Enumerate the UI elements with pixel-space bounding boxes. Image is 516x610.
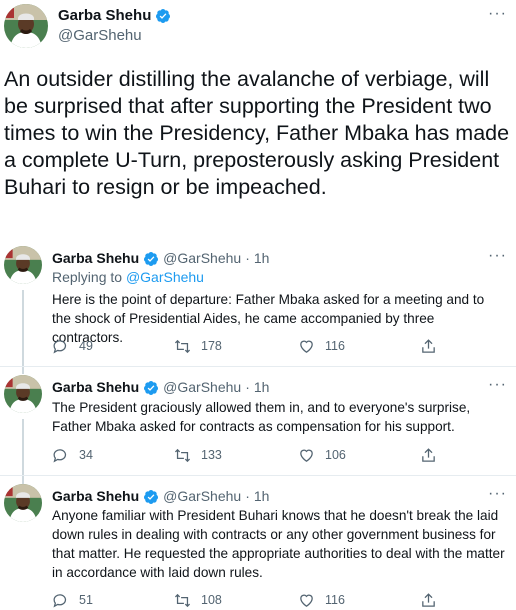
- reply-count: 49: [79, 339, 93, 353]
- heart-icon: [300, 340, 313, 353]
- verified-badge-icon: [143, 380, 159, 396]
- like-count: 106: [325, 448, 346, 462]
- reply-header: Garba Shehu @GarShehu · 1h: [52, 379, 269, 396]
- share-icon: [422, 447, 435, 462]
- retweet-count: 178: [201, 339, 222, 353]
- avatar[interactable]: [4, 246, 42, 284]
- heart-icon: [300, 449, 313, 462]
- heart-icon: [300, 594, 313, 607]
- reply-icon: [53, 448, 67, 462]
- like-count: 116: [325, 593, 345, 607]
- like-button[interactable]: 116: [298, 336, 345, 356]
- share-button[interactable]: [420, 590, 437, 610]
- avatar-image: [4, 4, 48, 48]
- timestamp[interactable]: 1h: [254, 488, 270, 505]
- replying-to-label: Replying to: [52, 269, 123, 285]
- verified-badge-icon: [143, 489, 159, 505]
- reply-header: Garba Shehu @GarShehu · 1h: [52, 488, 269, 505]
- more-options-icon[interactable]: ···: [488, 486, 507, 502]
- more-options-icon[interactable]: ···: [488, 6, 507, 22]
- reply-count: 34: [79, 448, 93, 462]
- replying-to-mention[interactable]: @GarShehu: [126, 269, 204, 285]
- retweet-icon: [174, 448, 191, 462]
- action-bar: 51 108 116: [48, 590, 448, 610]
- avatar-image: [4, 484, 42, 522]
- author-name[interactable]: Garba Shehu: [52, 379, 139, 396]
- author-handle[interactable]: @GarShehu: [163, 488, 241, 505]
- separator-dot: ·: [245, 488, 250, 504]
- author-name-text[interactable]: Garba Shehu: [58, 7, 151, 25]
- author-name[interactable]: Garba Shehu: [52, 250, 139, 267]
- retweet-button[interactable]: 133: [174, 445, 222, 465]
- timestamp[interactable]: 1h: [254, 250, 270, 267]
- author-handle[interactable]: @GarShehu: [58, 27, 142, 45]
- timestamp[interactable]: 1h: [254, 379, 270, 396]
- share-button[interactable]: [420, 336, 437, 356]
- action-bar: 34 133 106: [48, 445, 448, 465]
- verified-badge-icon: [143, 251, 159, 267]
- avatar-image: [4, 375, 42, 413]
- reply-button[interactable]: 49: [52, 336, 93, 356]
- like-button[interactable]: 116: [298, 590, 345, 610]
- share-icon: [422, 592, 435, 607]
- separator-dot: ·: [245, 379, 250, 395]
- tweet-text: Anyone familiar with President Buhari kn…: [52, 508, 505, 580]
- avatar-image: [4, 246, 42, 284]
- action-bar: 49 178 116: [48, 336, 448, 356]
- replying-to: Replying to @GarShehu: [52, 269, 204, 286]
- retweet-count: 133: [201, 448, 222, 462]
- reply-header: Garba Shehu @GarShehu · 1h: [52, 250, 269, 267]
- avatar[interactable]: [4, 375, 42, 413]
- divider: [0, 366, 516, 367]
- like-count: 116: [325, 339, 345, 353]
- retweet-count: 108: [201, 593, 222, 607]
- share-icon: [422, 338, 435, 353]
- reply-button[interactable]: 34: [52, 445, 93, 465]
- author-handle[interactable]: @GarShehu: [163, 379, 241, 396]
- reply-icon: [53, 593, 67, 607]
- thread-line: [22, 290, 24, 374]
- tweet-text: The President graciously allowed them in…: [52, 400, 471, 434]
- tweet-text: An outsider distilling the avalanche of …: [4, 67, 510, 199]
- author-name[interactable]: Garba Shehu: [52, 488, 139, 505]
- retweet-button[interactable]: 178: [174, 336, 222, 356]
- author-handle[interactable]: @GarShehu: [163, 250, 241, 267]
- more-options-icon[interactable]: ···: [488, 377, 507, 393]
- separator-dot: ·: [245, 250, 250, 266]
- divider: [0, 475, 516, 476]
- reply-count: 51: [79, 593, 93, 607]
- retweet-icon: [174, 339, 191, 353]
- retweet-icon: [174, 593, 191, 607]
- avatar[interactable]: [4, 484, 42, 522]
- reply-icon: [53, 339, 67, 353]
- avatar[interactable]: [4, 4, 48, 48]
- reply-button[interactable]: 51: [52, 590, 93, 610]
- share-button[interactable]: [420, 445, 437, 465]
- like-button[interactable]: 106: [298, 445, 346, 465]
- author-name[interactable]: Garba Shehu: [58, 7, 171, 25]
- more-options-icon[interactable]: ···: [488, 248, 507, 264]
- retweet-button[interactable]: 108: [174, 590, 222, 610]
- verified-badge-icon: [155, 8, 171, 24]
